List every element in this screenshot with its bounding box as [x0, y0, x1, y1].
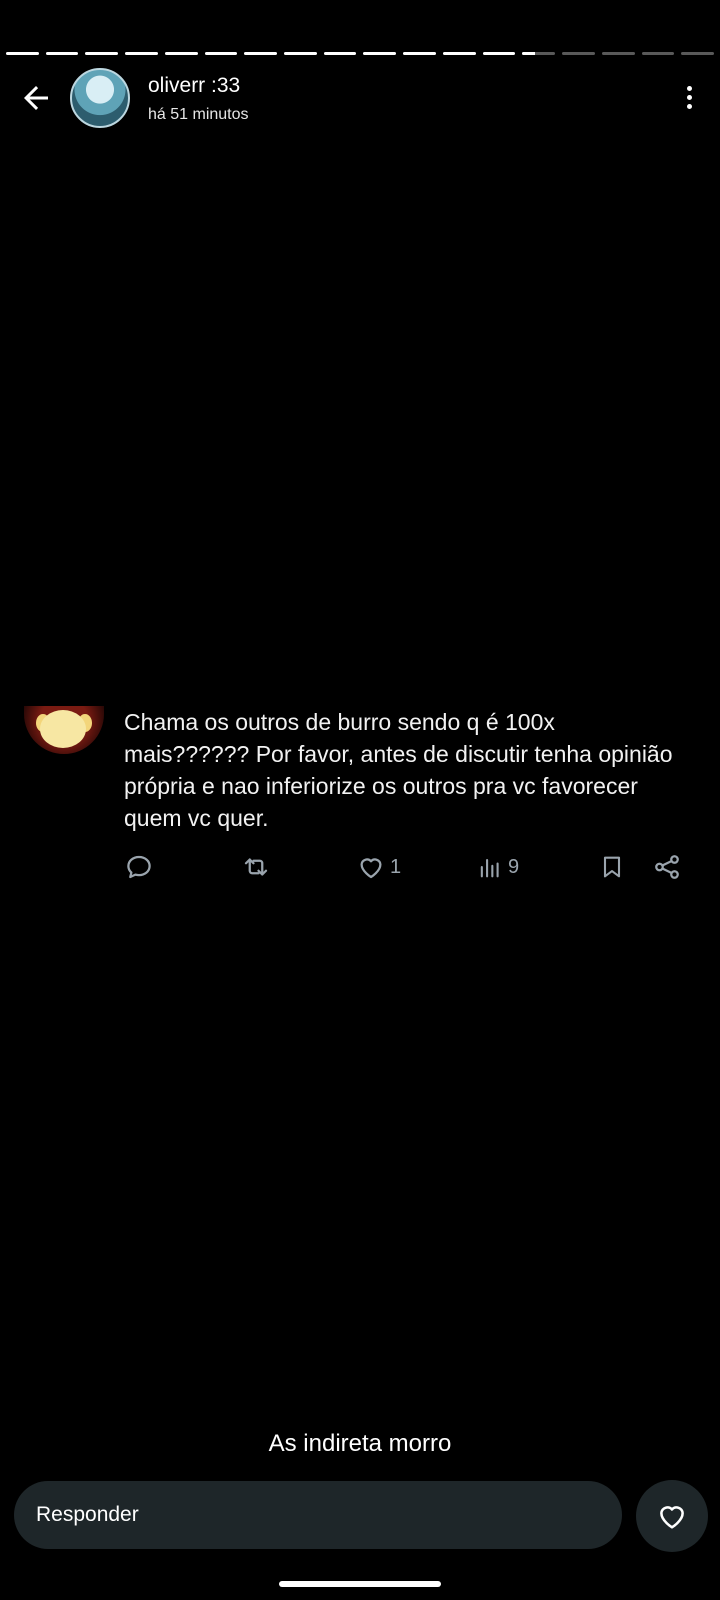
progress-segment [204, 52, 238, 55]
progress-segment [164, 52, 198, 55]
progress-segment [323, 52, 357, 55]
progress-segment [6, 52, 39, 55]
progress-segment [363, 52, 397, 55]
progress-segment [125, 52, 158, 55]
like-button[interactable]: 1 [356, 852, 401, 882]
back-arrow-icon[interactable] [18, 80, 54, 116]
views-button[interactable]: 9 [476, 852, 519, 882]
progress-segment [601, 52, 635, 55]
progress-segment [522, 52, 556, 55]
like-story-button[interactable] [636, 1480, 708, 1552]
like-count: 1 [390, 855, 402, 878]
progress-segment [284, 52, 317, 55]
progress-segment [562, 52, 595, 55]
progress-segment [244, 52, 278, 55]
views-icon [480, 858, 499, 878]
story-header: oliverr :33 há 51 minutos [0, 66, 720, 130]
post-time: há 51 minutos [148, 106, 249, 123]
user-name[interactable]: oliverr :33 [148, 74, 240, 98]
share-icon[interactable] [652, 852, 682, 882]
home-indicator[interactable] [279, 1581, 441, 1587]
reply-placeholder: Responder [36, 1503, 139, 1526]
progress-segment [641, 52, 675, 55]
progress-segment [482, 52, 516, 55]
tweet-actions: 1 9 [124, 852, 684, 886]
user-avatar[interactable] [70, 68, 130, 128]
progress-segment [45, 52, 79, 55]
tweet-author-avatar[interactable] [24, 706, 104, 754]
bookmark-icon[interactable] [598, 852, 626, 882]
progress-segment [681, 52, 714, 55]
retweet-icon[interactable] [240, 852, 272, 882]
view-count: 9 [508, 855, 520, 878]
story-caption: As indireta morro [268, 1430, 452, 1457]
progress-segment [403, 52, 436, 55]
heart-icon [360, 858, 382, 879]
progress-segment [85, 52, 119, 55]
progress-segment [442, 52, 476, 55]
reply-icon[interactable] [124, 852, 154, 882]
reply-input[interactable]: Responder [14, 1481, 622, 1549]
more-vert-icon[interactable] [684, 86, 694, 114]
heart-icon [660, 1506, 684, 1529]
story-progress [6, 52, 714, 55]
tweet-text: Chama os outros de burro sendo q é 100x … [124, 709, 673, 831]
